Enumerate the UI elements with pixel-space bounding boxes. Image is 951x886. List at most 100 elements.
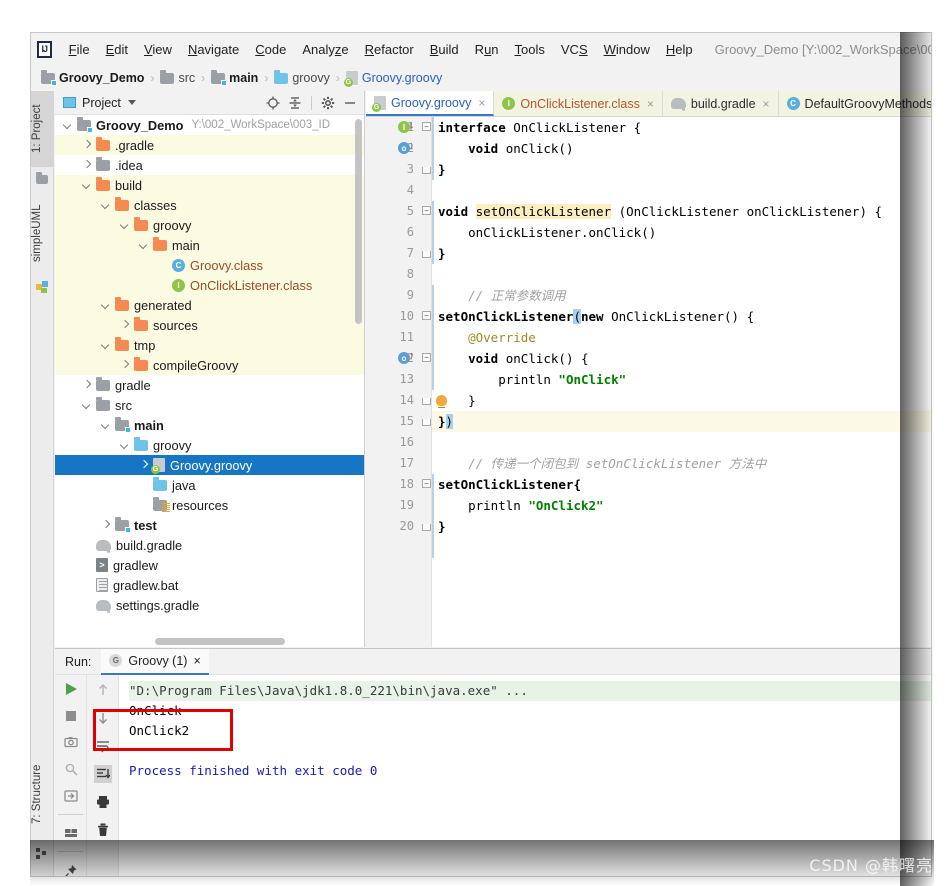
tree-node-onclicklistener-class[interactable]: I OnClickListener.class	[55, 275, 364, 295]
tree-node-main[interactable]: main	[55, 235, 364, 255]
tree-node-tmp[interactable]: tmp	[55, 335, 364, 355]
tree-node-gradlew-bat[interactable]: gradlew.bat	[55, 575, 364, 595]
tree-toggle-down-icon[interactable]	[101, 300, 112, 311]
breadcrumb-item-src[interactable]: src	[160, 69, 195, 85]
menu-edit[interactable]: Edit	[98, 39, 136, 60]
close-icon[interactable]: ×	[478, 96, 485, 110]
dump-threads-button[interactable]	[62, 761, 80, 778]
tree-node--idea[interactable]: .idea	[55, 155, 364, 175]
tree-node-resources[interactable]: resources	[55, 495, 364, 515]
settings-gear-icon[interactable]	[318, 93, 338, 113]
stop-button[interactable]	[62, 708, 80, 725]
sidebar-item-project[interactable]: 1: Project	[31, 91, 54, 167]
tree-node-src[interactable]: src	[55, 395, 364, 415]
tree-node-classes[interactable]: classes	[55, 195, 364, 215]
code-fold-end-icon[interactable]	[422, 167, 431, 174]
run-console[interactable]: "D:\Program Files\Java\jdk1.8.0_221\bin\…	[119, 675, 931, 876]
editor-tab-groovy-groovy[interactable]: Groovy.groovy ×	[366, 91, 495, 116]
pin-tab-button[interactable]	[62, 862, 80, 876]
tree-toggle-down-icon[interactable]	[120, 440, 131, 451]
tree-toggle-right-icon[interactable]	[120, 320, 131, 331]
tree-node-compilegroovy[interactable]: compileGroovy	[55, 355, 364, 375]
project-vertical-scrollbar[interactable]	[355, 119, 362, 324]
code-fold-toggle-icon[interactable]: −	[422, 122, 431, 131]
tree-toggle-down-icon[interactable]	[101, 200, 112, 211]
tree-node-groovy-groovy[interactable]: Groovy.groovy	[55, 455, 364, 475]
editor-gutter[interactable]: 1234567891011121314151617181920	[366, 117, 420, 647]
tree-node--gradle[interactable]: .gradle	[55, 135, 364, 155]
run-configuration-tab[interactable]: G Groovy (1) ×	[101, 648, 209, 675]
breadcrumb-item-groovy[interactable]: groovy	[274, 69, 330, 85]
collapse-all-icon[interactable]	[285, 93, 305, 113]
tree-node-java[interactable]: java	[55, 475, 364, 495]
tree-node-gradle[interactable]: gradle	[55, 375, 364, 395]
chevron-down-icon[interactable]	[127, 100, 136, 105]
scroll-up-button[interactable]	[94, 681, 112, 699]
tree-node-build[interactable]: build	[55, 175, 364, 195]
tree-node-groovy[interactable]: groovy	[55, 435, 364, 455]
menu-help[interactable]: Help	[658, 39, 701, 60]
code-editor[interactable]: 1234567891011121314151617181920 − − − − − in…	[366, 117, 931, 647]
tree-node-gradlew[interactable]: > gradlew	[55, 555, 364, 575]
hide-icon[interactable]	[340, 93, 360, 113]
tree-toggle-down-icon[interactable]	[120, 220, 131, 231]
sidebar-item-simpleuml[interactable]: simpleUML	[31, 191, 54, 275]
editor-tab-build-gradle[interactable]: build.gradle ×	[662, 91, 779, 116]
editor-fold-column[interactable]: − − − − −	[420, 117, 432, 647]
tree-node-build-gradle[interactable]: build.gradle	[55, 535, 364, 555]
tree-node-groovy-demo[interactable]: Groovy_Demo Y:\002_WorkSpace\003_ID	[55, 115, 364, 135]
clear-all-button[interactable]	[94, 821, 112, 839]
export-button[interactable]	[62, 787, 80, 804]
tree-toggle-right-icon[interactable]	[101, 520, 112, 531]
menu-tools[interactable]: Tools	[507, 39, 553, 60]
tree-node-groovy-class[interactable]: C Groovy.class	[55, 255, 364, 275]
tree-toggle-down-icon[interactable]	[82, 400, 93, 411]
scroll-to-end-button[interactable]	[93, 765, 112, 783]
tree-node-main[interactable]: main	[55, 415, 364, 435]
menu-run[interactable]: Run	[467, 39, 507, 60]
editor-tab-defaultgroovymethods[interactable]: C DefaultGroovyMethods	[778, 91, 931, 116]
code-fold-toggle-icon[interactable]: −	[422, 353, 431, 362]
breadcrumb-item-main[interactable]: main	[211, 69, 258, 86]
menu-code[interactable]: Code	[247, 39, 294, 60]
tree-toggle-right-icon[interactable]	[120, 360, 131, 371]
close-icon[interactable]: ×	[193, 654, 200, 668]
menu-refactor[interactable]: Refactor	[357, 39, 422, 60]
project-horizontal-scrollbar[interactable]	[155, 638, 285, 645]
code-fold-toggle-icon[interactable]: −	[422, 206, 431, 215]
code-fold-end-icon[interactable]	[422, 251, 431, 258]
scroll-down-button[interactable]	[94, 709, 112, 727]
tree-toggle-down-icon[interactable]	[63, 120, 74, 131]
print-button[interactable]	[94, 793, 112, 811]
code-text[interactable]: interface OnClickListener { void onClick…	[432, 117, 931, 647]
menu-navigate[interactable]: Navigate	[180, 39, 247, 60]
code-fold-end-icon[interactable]	[422, 419, 431, 426]
locate-icon[interactable]	[263, 93, 283, 113]
menu-vcs[interactable]: VCS	[553, 39, 596, 60]
tree-toggle-right-icon[interactable]	[82, 140, 93, 151]
tree-node-test[interactable]: test	[55, 515, 364, 535]
tree-toggle-down-icon[interactable]	[101, 340, 112, 351]
layout-button[interactable]	[62, 825, 80, 842]
breadcrumb-item-groovy-groovy[interactable]: Groovy.groovy	[343, 71, 442, 87]
code-fold-toggle-icon[interactable]: −	[422, 479, 431, 488]
tree-toggle-down-icon[interactable]	[82, 180, 93, 191]
code-fold-end-icon[interactable]	[422, 524, 431, 531]
code-fold-toggle-icon[interactable]: −	[422, 311, 431, 320]
rerun-button[interactable]	[62, 681, 80, 698]
tree-node-generated[interactable]: generated	[55, 295, 364, 315]
breadcrumb-item-groovy-demo[interactable]: Groovy_Demo	[41, 69, 144, 86]
tree-node-sources[interactable]: sources	[55, 315, 364, 335]
code-fold-end-icon[interactable]	[422, 398, 431, 405]
soft-wrap-button[interactable]	[94, 737, 112, 755]
tree-toggle-down-icon[interactable]	[139, 240, 150, 251]
menu-build[interactable]: Build	[422, 39, 467, 60]
menu-file[interactable]: File	[61, 39, 98, 60]
close-icon[interactable]: ×	[647, 97, 654, 111]
editor-tab-onclicklistener-class[interactable]: I OnClickListener.class ×	[494, 91, 663, 116]
screenshot-button[interactable]	[62, 734, 80, 751]
sidebar-item-structure[interactable]: 7: Structure	[31, 749, 54, 839]
tree-node-settings-gradle[interactable]: settings.gradle	[55, 595, 364, 615]
menu-window[interactable]: Window	[596, 39, 658, 60]
tree-toggle-right-icon[interactable]	[82, 380, 93, 391]
